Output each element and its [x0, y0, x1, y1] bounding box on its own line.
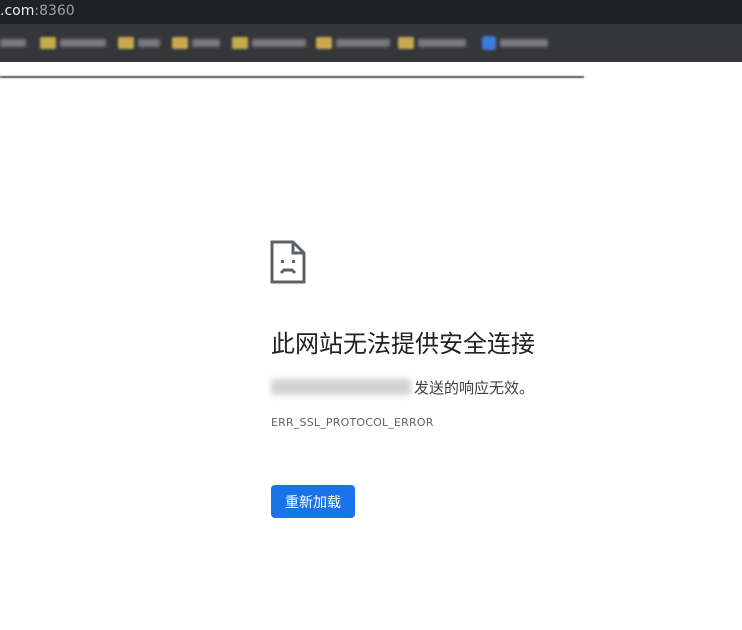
error-heading: 此网站无法提供安全连接: [271, 330, 535, 358]
error-description-text: 发送的响应无效。: [414, 378, 535, 397]
bookmarks-divider: [0, 76, 584, 78]
reload-button[interactable]: 重新加载: [271, 485, 355, 518]
bookmark-label-blurred: [252, 39, 306, 47]
bookmark-item[interactable]: [0, 36, 26, 50]
bookmark-label-blurred: [418, 39, 466, 47]
folder-icon: [40, 37, 56, 49]
site-favicon-icon: [482, 36, 496, 50]
bookmark-label-blurred: [0, 39, 26, 47]
folder-icon: [398, 37, 414, 49]
bookmark-item[interactable]: [232, 36, 306, 50]
bookmark-label-blurred: [336, 39, 390, 47]
sad-page-icon: [270, 240, 306, 284]
folder-icon: [316, 37, 332, 49]
error-code[interactable]: ERR_SSL_PROTOCOL_ERROR: [271, 415, 434, 431]
redacted-hostname: [271, 379, 411, 395]
bookmark-item[interactable]: [40, 36, 106, 50]
address-bar[interactable]: .com:8360: [0, 0, 742, 24]
url-port: :8360: [34, 3, 75, 19]
folder-icon: [172, 37, 188, 49]
bookmarks-bar: [0, 26, 742, 78]
bookmark-label-blurred: [192, 39, 220, 47]
folder-icon: [232, 37, 248, 49]
bookmark-label-blurred: [500, 39, 548, 47]
bookmark-label-blurred: [60, 39, 106, 47]
url-domain: .com: [0, 3, 35, 19]
url-text[interactable]: .com:8360: [0, 2, 75, 20]
folder-icon: [118, 37, 134, 49]
bookmark-item[interactable]: [398, 36, 466, 50]
bookmark-item[interactable]: [172, 36, 220, 50]
error-description: 发送的响应无效。: [271, 376, 534, 398]
bookmark-item[interactable]: [316, 36, 390, 50]
bookmark-item[interactable]: [118, 36, 160, 50]
bookmark-item[interactable]: [482, 36, 548, 50]
bookmark-label-blurred: [138, 39, 160, 47]
browser-chrome: .com:8360: [0, 0, 742, 78]
